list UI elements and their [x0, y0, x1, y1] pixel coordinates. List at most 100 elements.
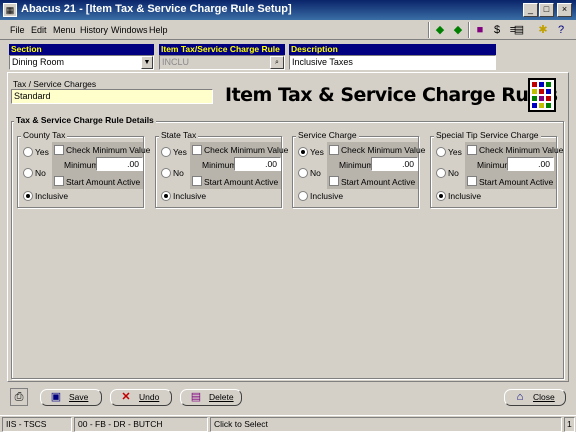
- title-bar: ▦ Abacus 21 - [Item Tax & Service Charge…: [0, 0, 576, 20]
- county-yes-radio[interactable]: [23, 147, 33, 157]
- state-no-radio[interactable]: [161, 168, 171, 178]
- state-inclusive-radio[interactable]: [161, 191, 171, 201]
- state-tax-title: State Tax: [159, 130, 199, 140]
- service-start-amount-label: Start Amount Active: [341, 177, 416, 187]
- application-window: ▦ Abacus 21 - [Item Tax & Service Charge…: [0, 0, 576, 432]
- tip-inclusive-radio[interactable]: [436, 191, 446, 201]
- county-yes-label: Yes: [35, 147, 49, 157]
- forward-arrow-icon[interactable]: ◆: [450, 22, 466, 38]
- state-yes-radio[interactable]: [161, 147, 171, 157]
- county-start-amount-checkbox[interactable]: [54, 176, 64, 186]
- print-icon[interactable]: ⎙: [10, 388, 28, 406]
- delete-icon: ▤: [190, 391, 202, 403]
- state-no-label: No: [173, 168, 184, 178]
- special-tip-title: Special Tip Service Charge: [434, 130, 541, 140]
- lookup-icon[interactable]: ⌕: [270, 56, 284, 69]
- service-check-min-label: Check Minimum Value: [341, 145, 426, 155]
- service-no-label: No: [310, 168, 321, 178]
- help-icon[interactable]: ?: [553, 22, 569, 38]
- undo-button[interactable]: ✕ Undo: [110, 389, 172, 406]
- menu-history[interactable]: History: [80, 25, 108, 35]
- tip-yes-radio[interactable]: [436, 147, 446, 157]
- toolbar-separator: [468, 22, 470, 38]
- service-yes-radio[interactable]: [298, 147, 308, 157]
- banner-title: Item Tax & Service Charge Rules: [225, 84, 558, 106]
- service-inclusive-radio[interactable]: [298, 191, 308, 201]
- rule-grid-icon: [528, 78, 556, 112]
- service-check-min-checkbox[interactable]: [329, 145, 339, 155]
- section-value: Dining Room: [12, 57, 65, 67]
- county-inclusive-radio[interactable]: [23, 191, 33, 201]
- service-inclusive-label: Inclusive: [310, 191, 344, 201]
- county-minimum-label: Minimum: [64, 160, 99, 170]
- tax-charges-field[interactable]: Standard: [11, 89, 213, 104]
- calculator-icon[interactable]: ▤: [511, 22, 527, 38]
- run-icon[interactable]: ✱: [535, 22, 551, 38]
- section-label: Section: [9, 44, 154, 55]
- state-inclusive-label: Inclusive: [173, 191, 207, 201]
- state-start-amount-checkbox[interactable]: [192, 176, 202, 186]
- save-icon: ▣: [50, 391, 62, 403]
- county-no-radio[interactable]: [23, 168, 33, 178]
- save-button[interactable]: ▣ Save: [40, 389, 102, 406]
- tip-check-min-checkbox[interactable]: [467, 145, 477, 155]
- rule-field[interactable]: INCLU ⌕: [159, 55, 285, 70]
- county-no-label: No: [35, 168, 46, 178]
- tip-yes-label: Yes: [448, 147, 462, 157]
- status-page: 1: [564, 417, 575, 432]
- details-title: Tax & Service Charge Rule Details: [14, 115, 156, 125]
- book-icon[interactable]: ■: [472, 22, 488, 38]
- menu-edit[interactable]: Edit: [31, 25, 47, 35]
- menu-help[interactable]: Help: [149, 25, 168, 35]
- status-system: IIS - TSCS: [2, 417, 72, 432]
- menu-menu[interactable]: Menu: [53, 25, 76, 35]
- tip-check-min-label: Check Minimum Value: [479, 145, 564, 155]
- status-context: 00 - FB - DR - BUTCH: [74, 417, 208, 432]
- county-minimum-input[interactable]: .00: [96, 157, 143, 171]
- service-yes-label: Yes: [310, 147, 324, 157]
- state-check-min-checkbox[interactable]: [192, 145, 202, 155]
- tip-start-amount-label: Start Amount Active: [479, 177, 554, 187]
- tip-minimum-input[interactable]: .00: [507, 157, 554, 171]
- tip-inclusive-label: Inclusive: [448, 191, 482, 201]
- app-icon[interactable]: ▦: [3, 3, 17, 17]
- menu-file[interactable]: File: [10, 25, 25, 35]
- service-no-radio[interactable]: [298, 168, 308, 178]
- rule-label: Item Tax/Service Charge Rule: [159, 44, 285, 55]
- tip-no-label: No: [448, 168, 459, 178]
- toolbar-separator: [428, 22, 430, 38]
- undo-icon: ✕: [121, 391, 131, 403]
- minimize-button[interactable]: _: [523, 3, 538, 17]
- state-minimum-input[interactable]: .00: [234, 157, 281, 171]
- close-button[interactable]: ⌂ Close: [504, 389, 566, 406]
- close-window-button[interactable]: ×: [557, 3, 572, 17]
- county-check-min-checkbox[interactable]: [54, 145, 64, 155]
- description-label: Description: [289, 44, 496, 55]
- status-hint: Click to Select: [210, 417, 562, 432]
- state-start-amount-label: Start Amount Active: [204, 177, 279, 187]
- back-arrow-icon[interactable]: ◆: [432, 22, 448, 38]
- county-start-amount-label: Start Amount Active: [66, 177, 141, 187]
- chevron-down-icon[interactable]: ▼: [141, 56, 153, 69]
- service-minimum-label: Minimum: [339, 160, 374, 170]
- maximize-button[interactable]: □: [539, 3, 554, 17]
- section-select[interactable]: Dining Room ▼: [9, 55, 154, 70]
- county-inclusive-label: Inclusive: [35, 191, 69, 201]
- state-yes-label: Yes: [173, 147, 187, 157]
- status-bar: IIS - TSCS 00 - FB - DR - BUTCH Click to…: [0, 415, 576, 432]
- description-value: Inclusive Taxes: [292, 57, 353, 67]
- rule-value: INCLU: [162, 57, 190, 67]
- dollar-icon[interactable]: $: [489, 22, 505, 38]
- delete-button[interactable]: ▤ Delete: [180, 389, 242, 406]
- service-minimum-input[interactable]: .00: [371, 157, 418, 171]
- service-start-amount-checkbox[interactable]: [329, 176, 339, 186]
- county-check-min-label: Check Minimum Value: [66, 145, 151, 155]
- door-icon: ⌂: [516, 391, 524, 403]
- county-tax-title: County Tax: [21, 130, 68, 140]
- state-check-min-label: Check Minimum Value: [204, 145, 289, 155]
- tip-no-radio[interactable]: [436, 168, 446, 178]
- menu-windows[interactable]: Windows: [111, 25, 148, 35]
- description-field[interactable]: Inclusive Taxes: [289, 55, 496, 70]
- window-title: Abacus 21 - [Item Tax & Service Charge R…: [21, 3, 292, 15]
- tip-start-amount-checkbox[interactable]: [467, 176, 477, 186]
